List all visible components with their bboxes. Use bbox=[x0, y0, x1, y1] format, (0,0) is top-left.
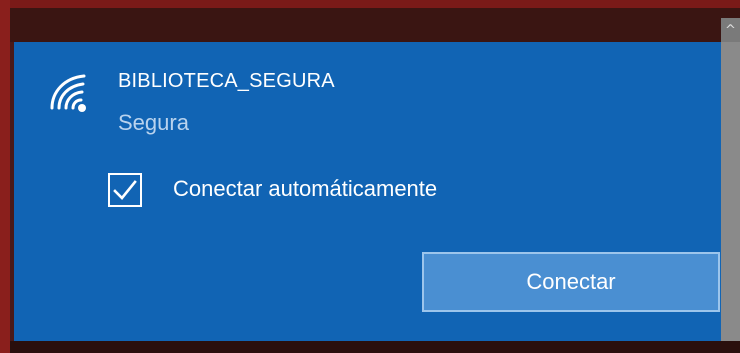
network-ssid: BIBLIOTECA_SEGURA bbox=[118, 70, 335, 92]
window-frame: ^ BIBLIOTECA_SEGURA Segura Conectar auto… bbox=[0, 0, 740, 353]
scrollbar-thumb[interactable] bbox=[721, 42, 740, 341]
panel-bottom-strip bbox=[10, 341, 740, 353]
wifi-signal-icon bbox=[50, 74, 86, 112]
checkmark-icon bbox=[113, 180, 137, 200]
network-security-status: Segura bbox=[118, 110, 189, 135]
scroll-up-button[interactable]: ^ bbox=[721, 18, 740, 42]
panel-top-strip bbox=[10, 8, 740, 42]
auto-connect-checkbox[interactable] bbox=[108, 173, 142, 207]
auto-connect-label[interactable]: Conectar automáticamente bbox=[173, 176, 437, 202]
connect-button[interactable]: Conectar bbox=[422, 252, 720, 312]
window-border-top bbox=[0, 0, 740, 8]
window-border-left bbox=[0, 0, 10, 353]
